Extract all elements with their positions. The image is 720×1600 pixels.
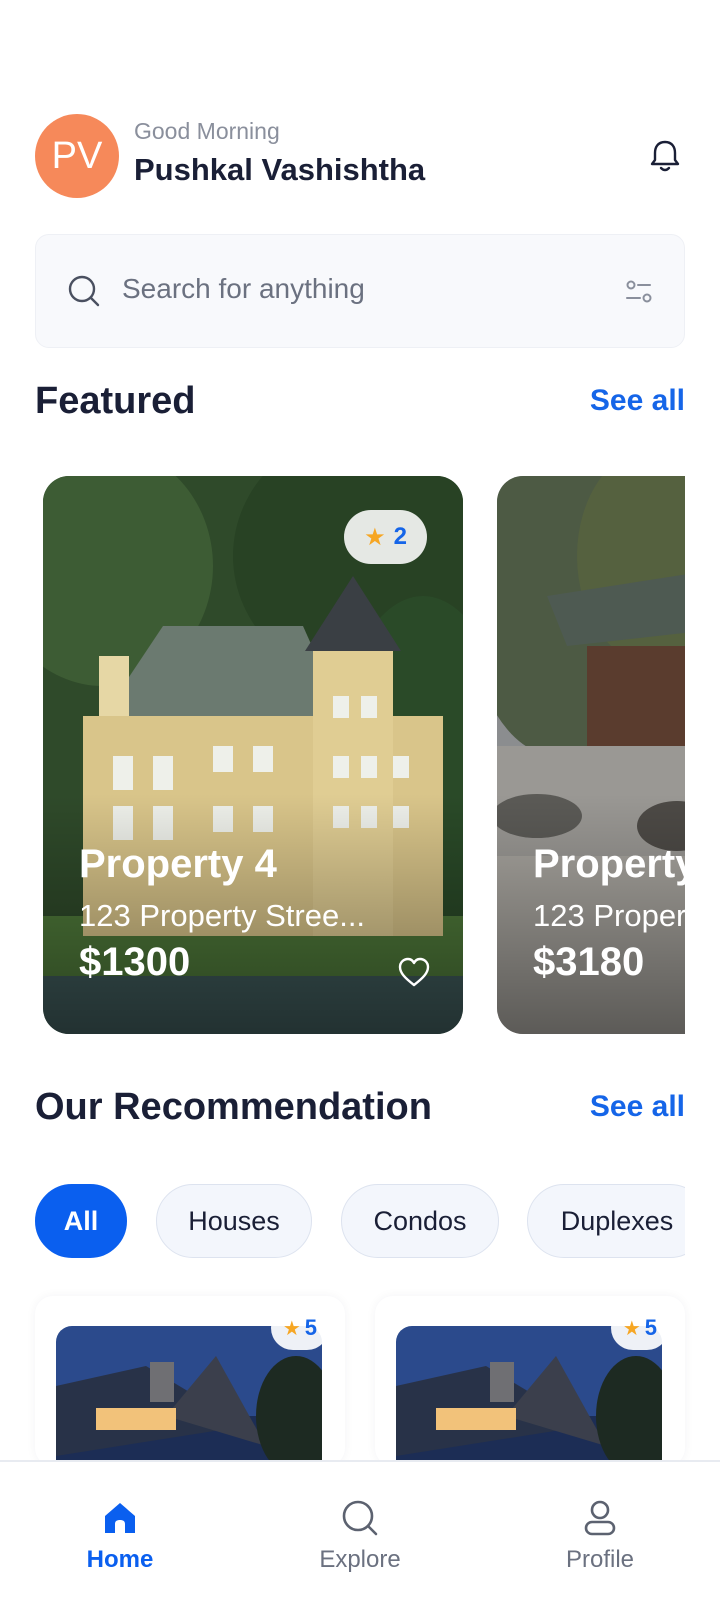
- nav-item-explore[interactable]: Explore: [280, 1498, 440, 1574]
- featured-see-all-link[interactable]: See all: [590, 384, 685, 418]
- recommendation-see-all-link[interactable]: See all: [590, 1090, 685, 1124]
- rating-badge: ★ 2: [344, 510, 427, 564]
- featured-card[interactable]: ★ 2 Property 4 123 Property Stree... $13…: [43, 476, 463, 1034]
- notification-bell-icon[interactable]: [645, 136, 685, 176]
- property-name: Property: [533, 842, 685, 886]
- property-address: 123 Proper: [533, 898, 685, 933]
- bottom-navigation: Home Explore Profile: [0, 1460, 720, 1600]
- greeting-text: Good Morning: [134, 118, 280, 144]
- property-name: Property 4: [79, 842, 277, 886]
- filter-icon[interactable]: [622, 275, 656, 309]
- property-price: $3180: [533, 940, 645, 984]
- nav-label-profile: Profile: [565, 1546, 635, 1573]
- search-icon: [342, 1500, 378, 1536]
- recommendation-card[interactable]: ★ 5: [375, 1296, 685, 1466]
- property-address: 123 Property Stree...: [79, 898, 366, 933]
- nav-item-profile[interactable]: Profile: [520, 1498, 680, 1574]
- avatar[interactable]: PV: [35, 114, 119, 198]
- nav-label-explore: Explore: [319, 1546, 401, 1573]
- user-name: Pushkal Vashishtha: [134, 152, 426, 187]
- nav-item-home[interactable]: Home: [40, 1498, 200, 1574]
- search-icon: [68, 275, 100, 307]
- star-icon: ★: [282, 1317, 301, 1340]
- rating-value: 5: [644, 1315, 657, 1340]
- home-icon: [105, 1503, 135, 1533]
- favorite-heart-icon[interactable]: [397, 956, 431, 988]
- filter-chip-condos[interactable]: Condos: [341, 1184, 499, 1258]
- recommendation-title: Our Recommendation: [35, 1086, 432, 1128]
- filter-chips: All Houses Condos Duplexes: [35, 1184, 685, 1260]
- search-bar[interactable]: Search for anything: [35, 234, 685, 348]
- recommendation-card[interactable]: ★ 5: [35, 1296, 345, 1466]
- rating-badge: ★ 5: [610, 1306, 669, 1350]
- filter-chip-houses[interactable]: Houses: [156, 1184, 312, 1258]
- property-price: $1300: [79, 940, 191, 984]
- nav-label-home: Home: [86, 1546, 154, 1573]
- rating-value: 2: [393, 523, 407, 550]
- user-icon: [584, 1500, 616, 1536]
- header: PV Good Morning Pushkal Vashishtha: [35, 114, 685, 200]
- rating-value: 5: [304, 1315, 317, 1340]
- featured-carousel[interactable]: ★ 2 Property 4 123 Property Stree... $13…: [35, 474, 685, 1034]
- avatar-initials: PV: [51, 134, 103, 177]
- star-icon: ★: [622, 1317, 641, 1340]
- filter-chip-all[interactable]: All: [35, 1184, 127, 1258]
- featured-title: Featured: [35, 380, 196, 422]
- filter-chip-duplexes[interactable]: Duplexes: [527, 1184, 685, 1258]
- rating-badge: ★ 5: [270, 1306, 329, 1350]
- search-input[interactable]: Search for anything: [122, 273, 365, 305]
- featured-card[interactable]: Property 123 Proper $3180: [497, 476, 685, 1034]
- star-icon: ★: [364, 523, 386, 551]
